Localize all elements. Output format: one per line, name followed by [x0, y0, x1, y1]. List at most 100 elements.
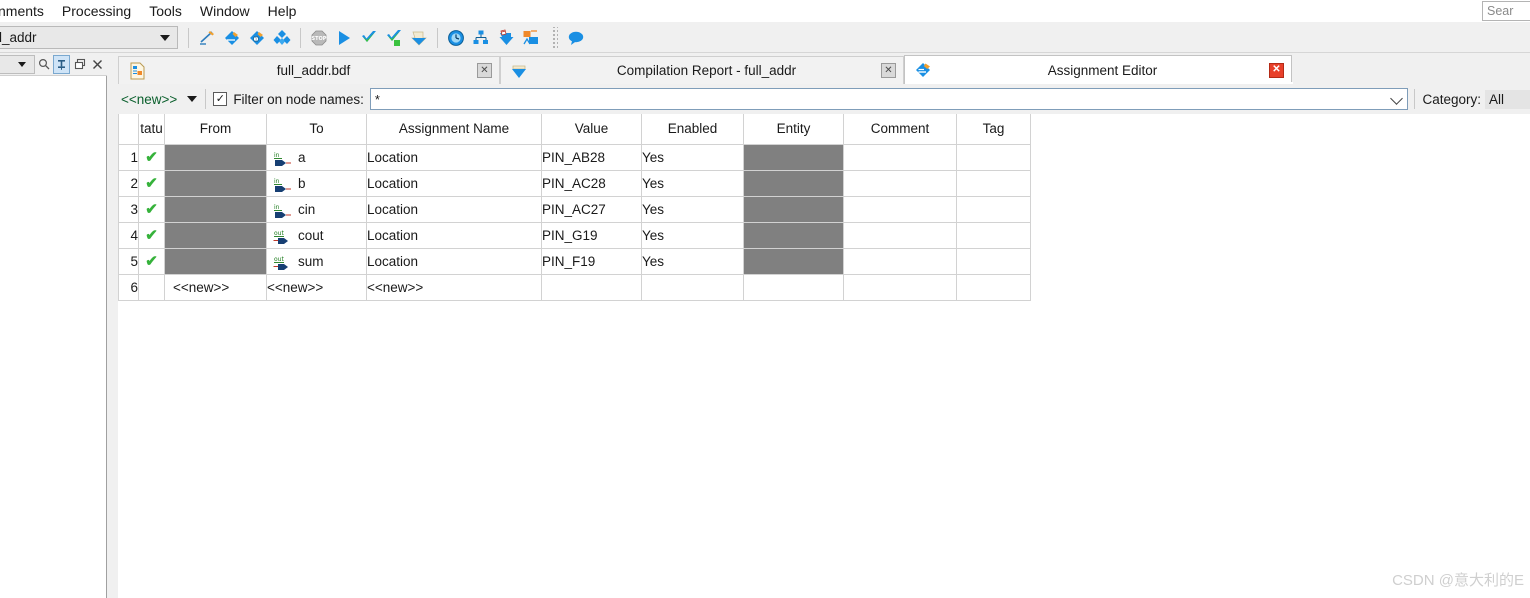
tab-assignment-editor[interactable]: Assignment Editor ✕: [904, 55, 1293, 84]
panel-close-button[interactable]: [89, 55, 106, 74]
cell-from[interactable]: [164, 195, 267, 223]
analysis-synthesis-check-icon[interactable]: [358, 26, 380, 50]
cell-assignment-name[interactable]: Location: [366, 195, 542, 223]
cell-enabled[interactable]: Yes: [641, 169, 744, 197]
compilation-dashboard-icon[interactable]: [271, 26, 293, 50]
assembler-icon[interactable]: [408, 26, 430, 50]
tab-close-button[interactable]: ✕: [477, 63, 492, 78]
pin-planner-icon[interactable]: [470, 26, 492, 50]
tab-close-button[interactable]: ✕: [881, 63, 896, 78]
col-value[interactable]: Value: [541, 114, 642, 145]
cell-comment[interactable]: [843, 169, 957, 197]
cell-from[interactable]: [164, 143, 267, 171]
cell-comment-new[interactable]: [843, 273, 957, 301]
cell-tag-new[interactable]: [956, 273, 1031, 301]
cell-entity[interactable]: [743, 169, 844, 197]
search-input[interactable]: Sear: [1482, 1, 1530, 21]
cell-from[interactable]: [164, 247, 267, 275]
analysis-elaboration-icon[interactable]: 1: [246, 26, 268, 50]
cell-entity[interactable]: [743, 195, 844, 223]
cell-assignment-name[interactable]: Location: [366, 221, 542, 249]
cell-enabled[interactable]: Yes: [641, 247, 744, 275]
col-to[interactable]: To: [266, 114, 367, 145]
cell-enabled[interactable]: Yes: [641, 221, 744, 249]
cell-from[interactable]: [164, 169, 267, 197]
cell-comment[interactable]: [843, 143, 957, 171]
tab-compilation-report[interactable]: Compilation Report - full_addr ✕: [500, 56, 904, 84]
cell-value[interactable]: PIN_F19: [541, 247, 642, 275]
cell-comment[interactable]: [843, 221, 957, 249]
cell-to[interactable]: out cout: [266, 221, 367, 249]
row-status-cell[interactable]: ✔: [138, 143, 165, 171]
compile-design-icon[interactable]: [221, 26, 243, 50]
filter-new-label[interactable]: <<new>>: [121, 92, 177, 107]
stop-icon[interactable]: STOP: [308, 26, 330, 50]
col-comment[interactable]: Comment: [843, 114, 957, 145]
tab-close-button[interactable]: ✕: [1269, 62, 1284, 78]
cell-to[interactable]: in cin: [266, 195, 367, 223]
cell-entity-new[interactable]: [743, 273, 844, 301]
cell-enabled[interactable]: Yes: [641, 195, 744, 223]
cell-assignment-name[interactable]: Location: [366, 169, 542, 197]
cell-to[interactable]: out sum: [266, 247, 367, 275]
chevron-down-icon[interactable]: [187, 96, 198, 102]
table-row-new[interactable]: 6 <<new>> <<new>> <<new>>: [118, 273, 1031, 301]
cell-to[interactable]: in b: [266, 169, 367, 197]
cell-to-new[interactable]: <<new>>: [266, 273, 367, 301]
col-entity[interactable]: Entity: [743, 114, 844, 145]
col-from[interactable]: From: [164, 114, 267, 145]
cell-tag[interactable]: [956, 247, 1031, 275]
filter-on-node-names-checkbox[interactable]: ✓: [213, 92, 228, 106]
signal-tap-icon[interactable]: [520, 26, 542, 50]
cell-tag[interactable]: [956, 221, 1031, 249]
cell-assignment-name-new[interactable]: <<new>>: [366, 273, 542, 301]
cell-value[interactable]: PIN_AC28: [541, 169, 642, 197]
start-compilation-play-icon[interactable]: [333, 26, 355, 50]
timing-analyzer-icon[interactable]: [445, 26, 467, 50]
panel-search-button[interactable]: [35, 55, 52, 74]
cell-from[interactable]: [164, 221, 267, 249]
cell-value[interactable]: PIN_AB28: [541, 143, 642, 171]
fitter-check-icon[interactable]: [383, 26, 405, 50]
table-row[interactable]: 5 ✔ out sum Location PIN_F19 Yes: [118, 247, 1031, 275]
cell-assignment-name[interactable]: Location: [366, 143, 542, 171]
menu-assignments[interactable]: nments: [0, 1, 53, 21]
cell-tag[interactable]: [956, 143, 1031, 171]
menu-window[interactable]: Window: [191, 1, 259, 21]
row-status-cell[interactable]: ✔: [138, 247, 165, 275]
cell-tag[interactable]: [956, 195, 1031, 223]
cell-value-new[interactable]: [541, 273, 642, 301]
cell-comment[interactable]: [843, 195, 957, 223]
row-status-cell[interactable]: [138, 273, 165, 301]
cell-assignment-name[interactable]: Location: [366, 247, 542, 275]
cell-enabled-new[interactable]: [641, 273, 744, 301]
menu-tools[interactable]: Tools: [140, 1, 191, 21]
cell-entity[interactable]: [743, 143, 844, 171]
node-name-filter-input[interactable]: *: [369, 88, 1409, 110]
project-revision-combo[interactable]: l_addr: [0, 26, 178, 49]
row-status-cell[interactable]: ✔: [138, 195, 165, 223]
col-assignment-name[interactable]: Assignment Name: [366, 114, 542, 145]
panel-pin-button[interactable]: [53, 54, 70, 74]
cell-tag[interactable]: [956, 169, 1031, 197]
toolbar-grip[interactable]: [551, 26, 558, 49]
row-status-cell[interactable]: ✔: [138, 169, 165, 197]
cell-from-new[interactable]: <<new>>: [164, 273, 267, 301]
cell-entity[interactable]: [743, 221, 844, 249]
row-status-cell[interactable]: ✔: [138, 221, 165, 249]
col-enabled[interactable]: Enabled: [641, 114, 744, 145]
chat-bubble-icon[interactable]: [565, 26, 587, 50]
tab-full-addr-bdf[interactable]: full_addr.bdf ✕: [118, 56, 500, 84]
table-row[interactable]: 2 ✔ in b Location PIN_AC28 Yes: [118, 169, 1031, 197]
new-schematic-file-icon[interactable]: [196, 26, 218, 50]
menu-processing[interactable]: Processing: [53, 1, 140, 21]
table-row[interactable]: 3 ✔ in cin Location PIN_AC27 Yes: [118, 195, 1031, 223]
cell-enabled[interactable]: Yes: [641, 143, 744, 171]
cell-entity[interactable]: [743, 247, 844, 275]
col-tag[interactable]: Tag: [956, 114, 1031, 145]
cell-value[interactable]: PIN_G19: [541, 221, 642, 249]
col-status[interactable]: tatu: [138, 114, 165, 145]
panel-restore-button[interactable]: [71, 55, 88, 74]
table-row[interactable]: 1 ✔ in a Location PIN_AB28 Yes: [118, 143, 1031, 171]
programmer-icon[interactable]: [495, 26, 517, 50]
